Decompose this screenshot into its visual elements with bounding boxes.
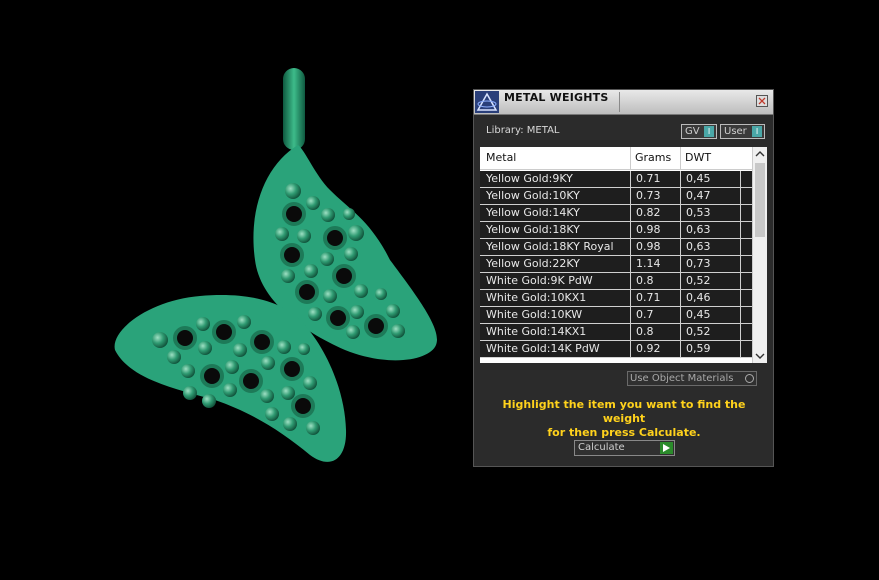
table-row[interactable]: White Gold:9K PdW 0.8 0,52 bbox=[480, 273, 752, 290]
cell-spacer bbox=[740, 290, 752, 306]
instructions-line-2: for then press Calculate. bbox=[547, 426, 701, 439]
calculate-label: Calculate bbox=[578, 442, 625, 453]
cell-grams: 0.8 bbox=[630, 324, 680, 340]
user-toggle-label: User bbox=[724, 126, 747, 137]
instructions-line-1: Highlight the item you want to find the … bbox=[502, 398, 746, 425]
cell-spacer bbox=[740, 222, 752, 238]
cell-dwt: 0,53 bbox=[680, 205, 740, 221]
cell-spacer bbox=[740, 256, 752, 272]
app-logo-icon bbox=[475, 91, 499, 113]
cell-grams: 0.71 bbox=[630, 171, 680, 187]
table-row[interactable]: White Gold:14KX1 0.8 0,52 bbox=[480, 324, 752, 341]
table-header: Metal Grams DWT bbox=[480, 147, 752, 170]
title-divider bbox=[619, 92, 620, 112]
metal-weights-panel: METAL WEIGHTS Library: METAL GV I User I… bbox=[473, 89, 774, 467]
table-row[interactable]: White Gold:10KX1 0.71 0,46 bbox=[480, 290, 752, 307]
cell-metal: Yellow Gold:22KY bbox=[486, 257, 580, 270]
cell-metal: Yellow Gold:10KY bbox=[486, 189, 580, 202]
cell-dwt: 0,46 bbox=[680, 290, 740, 306]
cell-metal: White Gold:10KX1 bbox=[486, 291, 587, 304]
cell-metal: Yellow Gold:18KY Royal bbox=[486, 240, 614, 253]
cell-spacer bbox=[740, 307, 752, 323]
cell-grams: 0.8 bbox=[630, 273, 680, 289]
table-row[interactable]: Yellow Gold:18KY 0.98 0,63 bbox=[480, 222, 752, 239]
play-arrow-icon[interactable] bbox=[660, 442, 673, 454]
scroll-down-arrow-icon[interactable] bbox=[755, 351, 765, 361]
scroll-up-arrow-icon[interactable] bbox=[755, 149, 765, 159]
cell-grams: 1.14 bbox=[630, 256, 680, 272]
table-scrollbar[interactable] bbox=[752, 147, 767, 363]
cell-spacer bbox=[740, 205, 752, 221]
gv-toggle-label: GV bbox=[685, 126, 700, 137]
metal-table: Metal Grams DWT Yellow Gold:9KY 0.71 0,45 Y… bbox=[480, 147, 767, 363]
cell-grams: 0.82 bbox=[630, 205, 680, 221]
cell-dwt: 0,63 bbox=[680, 239, 740, 255]
cell-metal: White Gold:10KW bbox=[486, 308, 583, 321]
table-row[interactable]: Yellow Gold:10KY 0.73 0,47 bbox=[480, 188, 752, 205]
cell-dwt: 0,63 bbox=[680, 222, 740, 238]
table-row[interactable]: Yellow Gold:9KY 0.71 0,45 bbox=[480, 171, 752, 188]
instructions-text: Highlight the item you want to find the … bbox=[484, 398, 764, 440]
table-row[interactable]: Yellow Gold:18KY Royal 0.98 0,63 bbox=[480, 239, 752, 256]
user-toggle-switch[interactable]: I bbox=[752, 126, 762, 137]
scroll-thumb[interactable] bbox=[755, 163, 765, 237]
use-object-materials-option[interactable]: Use Object Materials bbox=[627, 371, 757, 386]
gv-toggle[interactable]: GV I bbox=[681, 124, 717, 139]
cell-grams: 0.92 bbox=[630, 341, 680, 357]
cell-dwt: 0,73 bbox=[680, 256, 740, 272]
use-object-materials-label: Use Object Materials bbox=[630, 373, 734, 384]
cell-grams: 0.98 bbox=[630, 239, 680, 255]
calculate-button[interactable]: Calculate bbox=[574, 440, 675, 456]
cell-dwt: 0,52 bbox=[680, 324, 740, 340]
cell-spacer bbox=[740, 324, 752, 340]
cell-spacer bbox=[740, 273, 752, 289]
cell-metal: Yellow Gold:9KY bbox=[486, 172, 573, 185]
library-label: Library: METAL bbox=[486, 125, 560, 136]
cell-metal: White Gold:14KX1 bbox=[486, 325, 587, 338]
column-header-metal[interactable]: Metal bbox=[480, 147, 630, 169]
cell-dwt: 0,45 bbox=[680, 171, 740, 187]
table-row[interactable]: White Gold:10KW 0.7 0,45 bbox=[480, 307, 752, 324]
cell-grams: 0.73 bbox=[630, 188, 680, 204]
gv-toggle-switch[interactable]: I bbox=[704, 126, 714, 137]
close-button[interactable] bbox=[756, 95, 768, 107]
cell-dwt: 0,45 bbox=[680, 307, 740, 323]
cell-spacer bbox=[740, 188, 752, 204]
table-row[interactable]: Yellow Gold:14KY 0.82 0,53 bbox=[480, 205, 752, 222]
radio-icon[interactable] bbox=[745, 374, 754, 383]
table-row[interactable]: Yellow Gold:22KY 1.14 0,73 bbox=[480, 256, 752, 273]
cell-grams: 0.7 bbox=[630, 307, 680, 323]
cell-dwt: 0,52 bbox=[680, 273, 740, 289]
cell-metal: White Gold:14K PdW bbox=[486, 342, 600, 355]
column-header-grams[interactable]: Grams bbox=[630, 147, 680, 169]
table-row[interactable]: White Gold:14K PdW 0.92 0,59 bbox=[480, 341, 752, 358]
cell-spacer bbox=[740, 171, 752, 187]
cell-grams: 0.98 bbox=[630, 222, 680, 238]
bail-loop bbox=[283, 68, 305, 150]
cell-dwt: 0,59 bbox=[680, 341, 740, 357]
cell-metal: White Gold:9K PdW bbox=[486, 274, 593, 287]
panel-titlebar[interactable]: METAL WEIGHTS bbox=[474, 90, 773, 115]
user-toggle[interactable]: User I bbox=[720, 124, 765, 139]
close-icon bbox=[758, 97, 766, 105]
table-body: Yellow Gold:9KY 0.71 0,45 Yellow Gold:10KY 0… bbox=[480, 171, 752, 358]
column-header-dwt[interactable]: DWT bbox=[680, 147, 740, 169]
cell-dwt: 0,47 bbox=[680, 188, 740, 204]
cell-spacer bbox=[740, 341, 752, 357]
cell-spacer bbox=[740, 239, 752, 255]
cell-metal: Yellow Gold:14KY bbox=[486, 206, 580, 219]
cell-grams: 0.71 bbox=[630, 290, 680, 306]
cell-metal: Yellow Gold:18KY bbox=[486, 223, 580, 236]
panel-title: METAL WEIGHTS bbox=[504, 91, 609, 104]
